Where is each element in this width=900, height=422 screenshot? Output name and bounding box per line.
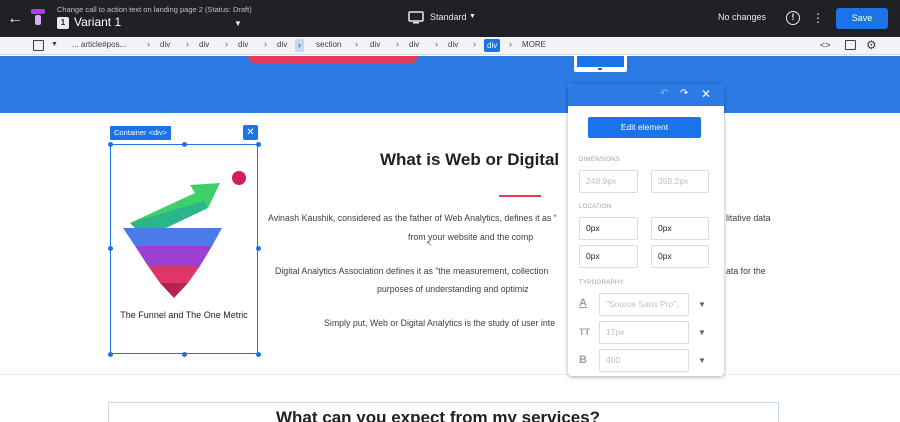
- services-heading: What can you expect from my services?: [276, 408, 601, 422]
- height-field[interactable]: 358.2px: [651, 170, 709, 193]
- desktop-icon[interactable]: [408, 11, 424, 25]
- chevron-right-icon: ›: [225, 39, 228, 49]
- paragraph-line: purposes of understanding and optimiz: [377, 284, 529, 294]
- location-top-field[interactable]: 0px: [579, 217, 638, 240]
- font-weight-icon: B: [579, 354, 587, 366]
- panel-header: ↶ ↷ ✕: [568, 84, 724, 106]
- dimensions-label: DIMENSIONS: [579, 157, 621, 163]
- chevron-right-icon: ›: [186, 39, 189, 49]
- typography-label: TYPOGRAPHY: [579, 280, 624, 286]
- resize-handle[interactable]: [108, 352, 113, 357]
- breadcrumb-item-section[interactable]: section: [316, 40, 341, 49]
- breadcrumb-item[interactable]: ... article#pos...: [72, 40, 126, 49]
- gear-icon[interactable]: ⚙: [866, 38, 877, 52]
- chevron-right-icon: ›: [264, 39, 267, 49]
- hero-banner: [0, 56, 900, 113]
- breadcrumb-item[interactable]: div: [160, 40, 170, 49]
- chevron-right-icon: ›: [509, 39, 512, 49]
- location-right-field[interactable]: 0px: [651, 217, 709, 240]
- paragraph-line-end: ata for the: [726, 266, 766, 276]
- chevron-right-icon: ›: [355, 39, 358, 49]
- breadcrumb-item[interactable]: div: [409, 40, 419, 49]
- font-family-dropdown-icon[interactable]: ▼: [698, 300, 706, 309]
- resize-handle[interactable]: [256, 352, 261, 357]
- variant-name[interactable]: Variant 1: [74, 15, 121, 29]
- variant-number-badge: 1: [57, 17, 69, 29]
- device-mode-label[interactable]: Standard: [430, 12, 467, 22]
- funnel-illustration: [123, 171, 246, 298]
- device-mode-dropdown-icon[interactable]: ▼: [469, 13, 476, 20]
- optimize-logo-icon: [31, 9, 45, 25]
- font-family-field[interactable]: "Source Sans Pro",: [599, 293, 689, 316]
- section-divider: [0, 374, 900, 375]
- location-label: LOCATION: [579, 204, 612, 210]
- variant-dropdown-icon[interactable]: ▼: [234, 19, 242, 28]
- paragraph-line: Avinash Kaushik, considered as the fathe…: [268, 213, 557, 223]
- paragraph-line: Digital Analytics Association defines it…: [275, 266, 549, 276]
- edit-element-panel: ↶ ↷ ✕ Edit element DIMENSIONS 248.9px 35…: [568, 84, 724, 376]
- breadcrumb-item[interactable]: div: [277, 40, 287, 49]
- location-bottom-field[interactable]: 0px: [579, 245, 638, 268]
- resize-handle[interactable]: [108, 142, 113, 147]
- width-field[interactable]: 248.9px: [579, 170, 638, 193]
- font-weight-field[interactable]: 400: [599, 349, 689, 372]
- page-canvas: Container <div> ✕ The Funnel and The One…: [0, 56, 900, 422]
- element-breadcrumb: ▼ ... article#pos... › div › div › div ›…: [0, 37, 900, 55]
- diagnostics-icon[interactable]: !: [786, 11, 800, 25]
- breadcrumb-more[interactable]: MORE: [522, 40, 546, 49]
- font-weight-dropdown-icon[interactable]: ▼: [698, 356, 706, 365]
- code-editor-icon[interactable]: <>: [820, 40, 831, 50]
- more-options-icon[interactable]: ⋮: [812, 10, 824, 26]
- mouse-cursor-icon: ↖: [426, 239, 433, 248]
- resize-handle[interactable]: [182, 352, 187, 357]
- back-arrow-icon[interactable]: ←: [6, 10, 24, 28]
- select-element-icon[interactable]: [33, 40, 44, 51]
- breadcrumb-item[interactable]: div: [238, 40, 248, 49]
- undo-icon[interactable]: ↶: [660, 88, 668, 99]
- redo-icon[interactable]: ↷: [680, 88, 688, 99]
- resize-handle[interactable]: [182, 142, 187, 147]
- container-tag: Container <div>: [110, 126, 171, 140]
- chevron-right-icon: ›: [396, 39, 399, 49]
- section-heading: What is Web or Digital: [380, 150, 560, 169]
- device-preview-thumbnail: [574, 56, 627, 72]
- top-app-bar: ← Change call to action text on landing …: [0, 0, 900, 37]
- chevron-right-icon: ›: [295, 39, 304, 52]
- chevron-right-icon: ›: [147, 39, 150, 49]
- font-size-dropdown-icon[interactable]: ▼: [698, 328, 706, 337]
- edit-element-button[interactable]: Edit element: [588, 117, 701, 138]
- breadcrumb-item[interactable]: div: [448, 40, 458, 49]
- breadcrumb-item[interactable]: div: [199, 40, 209, 49]
- heading-underline: [499, 195, 541, 197]
- deselect-close-icon[interactable]: ✕: [243, 125, 258, 140]
- breadcrumb-item[interactable]: div: [370, 40, 380, 49]
- change-status: No changes: [718, 12, 767, 22]
- editor-window: ← Change call to action text on landing …: [0, 0, 900, 422]
- inspect-icon[interactable]: [845, 40, 856, 50]
- resize-handle[interactable]: [256, 246, 261, 251]
- breadcrumb-item-active[interactable]: div: [484, 39, 501, 52]
- select-mode-dropdown-icon[interactable]: ▼: [51, 41, 58, 48]
- paragraph-line: Simply put, Web or Digital Analytics is …: [324, 318, 556, 328]
- location-left-field[interactable]: 0px: [651, 245, 709, 268]
- close-icon[interactable]: ✕: [701, 87, 711, 101]
- font-family-icon: A: [579, 297, 587, 309]
- chevron-right-icon: ›: [435, 39, 438, 49]
- font-size-field[interactable]: 17px: [599, 321, 689, 344]
- experiment-subtitle: Change call to action text on landing pa…: [57, 5, 252, 14]
- chevron-right-icon: ›: [473, 39, 476, 49]
- image-caption: The Funnel and The One Metric: [120, 310, 248, 320]
- resize-handle[interactable]: [108, 246, 113, 251]
- resize-handle[interactable]: [256, 142, 261, 147]
- save-button[interactable]: Save: [836, 8, 888, 29]
- hero-cta-button[interactable]: [248, 56, 418, 63]
- font-size-icon: TT: [579, 327, 590, 337]
- paragraph-line-end: litative data: [726, 213, 771, 223]
